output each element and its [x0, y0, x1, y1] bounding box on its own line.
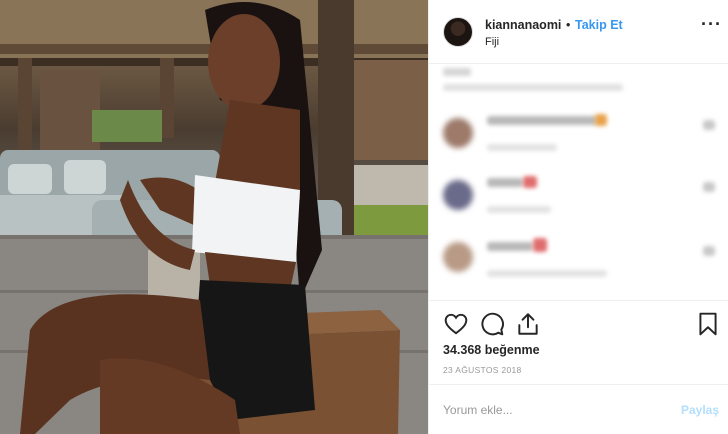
post-comment-button[interactable]: Paylaş — [681, 403, 719, 417]
blurred-comment-text — [487, 242, 533, 251]
blurred-meta — [487, 144, 557, 151]
location-link[interactable]: Fiji — [485, 36, 499, 48]
follow-button[interactable]: Takip Et — [575, 18, 623, 32]
blurred-emoji — [595, 114, 607, 126]
blurred-emoji — [533, 238, 547, 252]
post-header: kiannanaomi • Takip Et Fiji ··· — [429, 0, 728, 64]
comment-like-icon[interactable] — [703, 182, 715, 192]
blurred-caption — [443, 68, 471, 76]
comment-form: Paylaş — [429, 384, 728, 434]
post-actions: 34.368 beğenme 23 AĞUSTOS 2018 — [429, 300, 728, 384]
comments-list — [429, 64, 728, 300]
comment-bubble-icon[interactable] — [479, 311, 505, 337]
blurred-emoji — [523, 176, 537, 188]
blurred-meta — [487, 206, 551, 213]
username-link[interactable]: kiannanaomi — [485, 18, 561, 32]
post-photo[interactable] — [0, 0, 428, 434]
commenter-avatar — [443, 180, 473, 210]
blurred-meta — [487, 270, 607, 277]
heart-icon[interactable] — [443, 311, 469, 337]
separator-dot: • — [566, 18, 571, 32]
blurred-comment-text — [487, 116, 597, 125]
photo-scene — [0, 0, 428, 434]
avatar[interactable] — [443, 17, 473, 47]
commenter-avatar — [443, 118, 473, 148]
more-options-icon[interactable]: ··· — [701, 15, 722, 33]
blurred-caption-line — [443, 84, 623, 91]
post-details-panel: kiannanaomi • Takip Et Fiji ··· 34.368 b… — [428, 0, 728, 434]
bookmark-icon[interactable] — [695, 311, 721, 337]
commenter-avatar — [443, 242, 473, 272]
blurred-comment-text — [487, 178, 523, 187]
likes-count[interactable]: 34.368 beğenme — [443, 343, 540, 357]
post-date[interactable]: 23 AĞUSTOS 2018 — [443, 365, 522, 375]
share-icon[interactable] — [515, 311, 541, 337]
comment-like-icon[interactable] — [703, 246, 715, 256]
comment-input[interactable] — [443, 399, 663, 421]
comment-like-icon[interactable] — [703, 120, 715, 130]
